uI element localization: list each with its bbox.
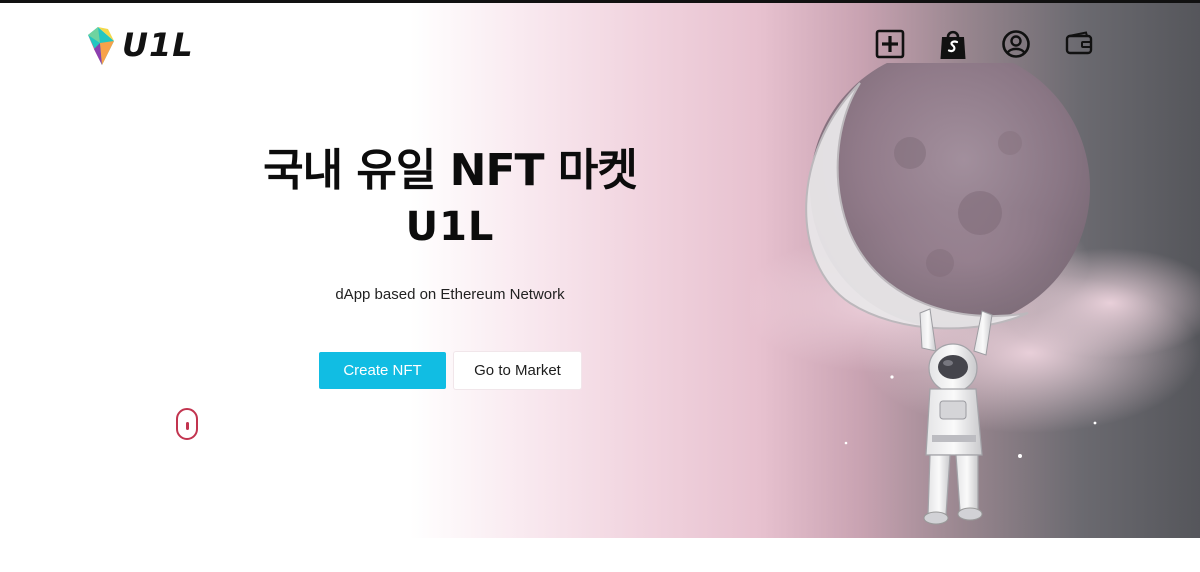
logo-text: U1L bbox=[122, 26, 194, 64]
logo[interactable]: U1L bbox=[84, 23, 194, 67]
logo-gem-icon bbox=[88, 27, 114, 65]
page-footer-space bbox=[0, 538, 1200, 572]
scroll-wheel-icon bbox=[186, 422, 189, 430]
hero-subtitle: dApp based on Ethereum Network bbox=[335, 286, 565, 303]
wallet-icon bbox=[1065, 31, 1093, 55]
shop-nav-button[interactable] bbox=[937, 28, 969, 60]
hero-headline: 국내 유일 NFT 마켓 U1L bbox=[200, 143, 700, 255]
header-actions bbox=[874, 28, 1095, 60]
profile-nav-button[interactable] bbox=[1000, 28, 1032, 60]
shopping-bag-icon bbox=[940, 30, 966, 59]
headline-line2: U1L bbox=[405, 204, 495, 250]
astronaut-holding-moon-icon bbox=[750, 63, 1200, 525]
scroll-down-indicator[interactable] bbox=[176, 408, 198, 440]
create-nft-button[interactable]: Create NFT bbox=[319, 352, 446, 389]
create-nav-button[interactable] bbox=[874, 28, 906, 60]
hero-section: U1L 국내 유일 NFT 마켓 U1L dApp based on Ether… bbox=[0, 3, 1200, 538]
user-circle-icon bbox=[1002, 30, 1030, 58]
wallet-nav-button[interactable] bbox=[1063, 28, 1095, 60]
headline-line1: 국내 유일 NFT 마켓 bbox=[263, 145, 638, 196]
plus-square-icon bbox=[875, 29, 905, 59]
go-to-market-button[interactable]: Go to Market bbox=[454, 352, 581, 389]
